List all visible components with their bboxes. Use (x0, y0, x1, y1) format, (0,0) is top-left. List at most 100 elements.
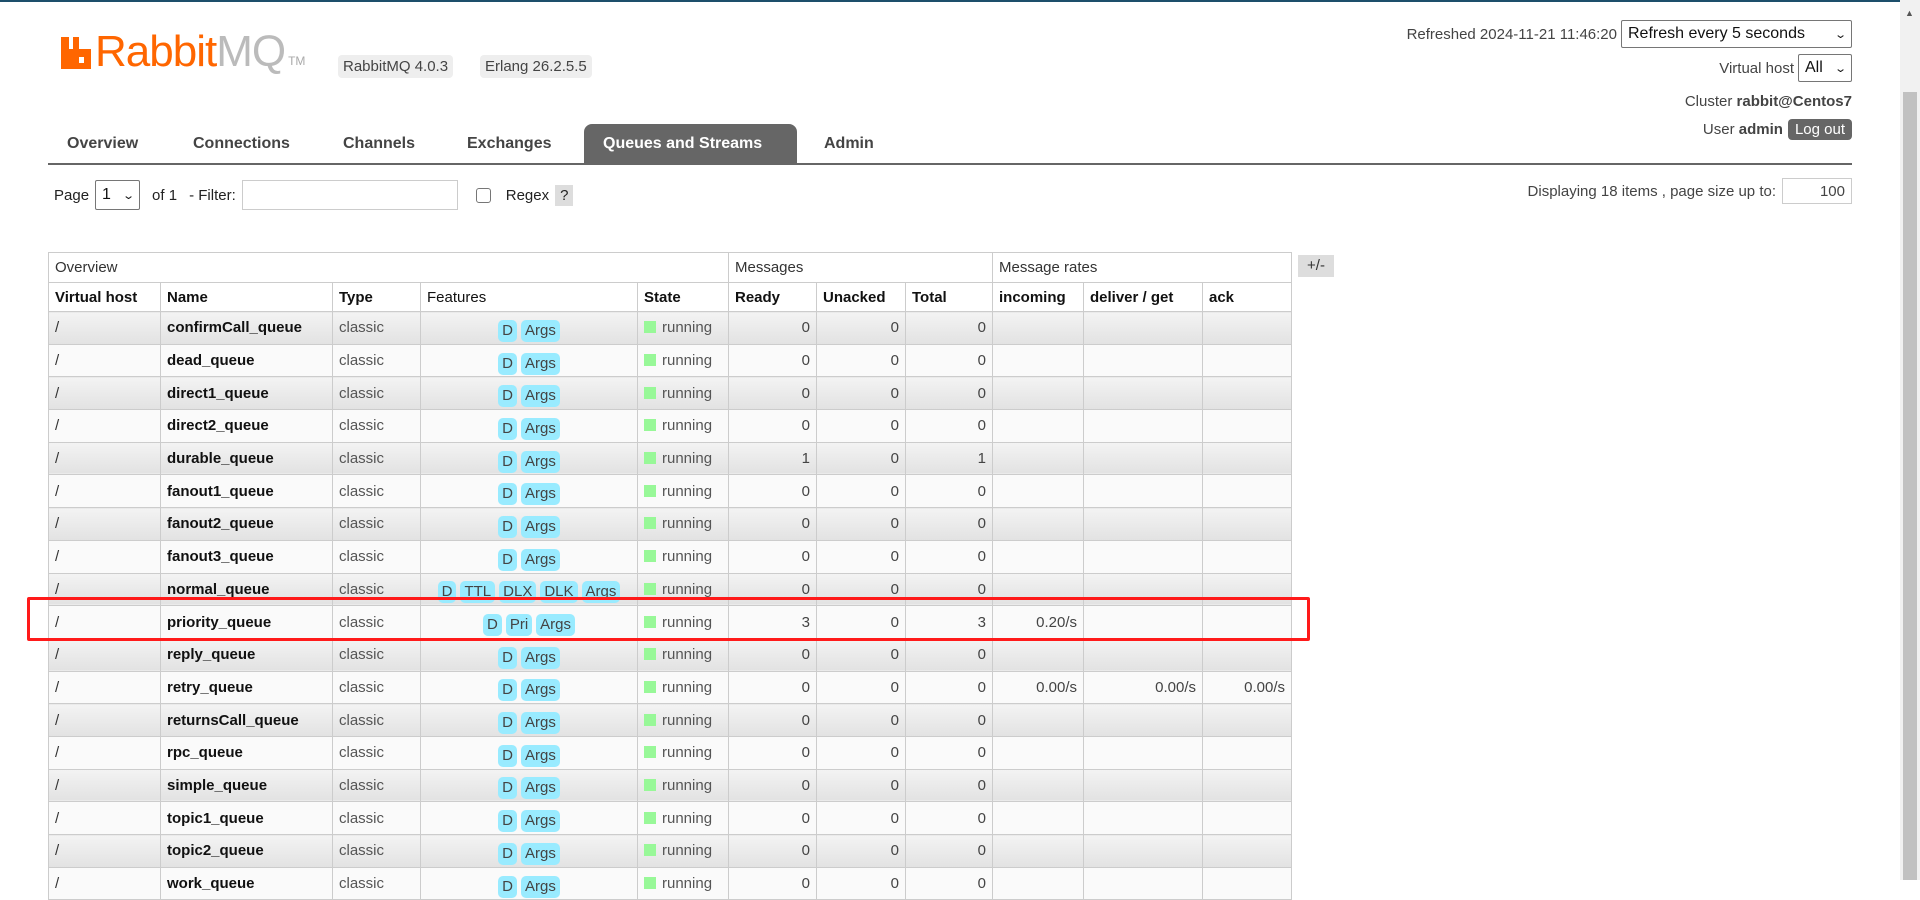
total-cell: 0 (905, 703, 993, 737)
page-select-value: 1 (102, 186, 111, 203)
ready-cell: 0 (728, 834, 817, 868)
queue-name-link[interactable]: topic2_queue (160, 834, 333, 868)
deliver-get-rate-cell (1083, 507, 1203, 541)
state-text: running (662, 482, 713, 500)
queue-name-link[interactable]: returnsCall_queue (160, 703, 333, 737)
vhost-cell: / (48, 409, 161, 443)
feature-badge-d: D (498, 450, 517, 473)
feature-badge-d: D (498, 385, 517, 408)
unacked-cell: 0 (816, 703, 906, 737)
feature-badge-args: Args (521, 319, 560, 342)
column-header-total[interactable]: Total (905, 282, 993, 312)
features-cell: D Args (420, 441, 638, 476)
queue-name-link[interactable]: direct1_queue (160, 376, 333, 411)
state-text: running (662, 875, 713, 893)
column-header-deliver-get[interactable]: deliver / get (1083, 282, 1203, 312)
queue-name-link[interactable]: reply_queue (160, 637, 333, 672)
scroll-up-arrow-icon[interactable]: ▲ (1905, 8, 1914, 18)
unacked-cell: 0 (816, 670, 906, 705)
tab-exchanges[interactable]: Exchanges (448, 124, 570, 163)
incoming-rate-cell (992, 539, 1084, 574)
features-cell: D Args (420, 376, 638, 411)
column-header-type[interactable]: Type (332, 282, 421, 312)
total-cell: 1 (905, 441, 993, 476)
type-cell: classic (332, 474, 421, 509)
tab-connections[interactable]: Connections (174, 124, 309, 163)
feature-badge-d: D (498, 515, 517, 538)
column-header-ready[interactable]: Ready (728, 282, 817, 312)
features-cell: D Args (420, 507, 638, 541)
running-status-icon (644, 844, 656, 857)
queue-name-link[interactable]: simple_queue (160, 768, 333, 803)
vhost-select[interactable]: All ⌄ (1798, 54, 1852, 82)
tab-admin[interactable]: Admin (805, 124, 893, 163)
queue-name-link[interactable]: direct2_queue (160, 409, 333, 443)
column-toggle-button[interactable]: +/- (1298, 255, 1334, 277)
state-cell: running (637, 507, 729, 541)
refresh-select[interactable]: Refresh every 5 seconds ⌄ (1621, 20, 1852, 48)
state-text: running (662, 678, 713, 696)
feature-badge-args: Args (521, 712, 560, 735)
running-status-icon (644, 452, 656, 465)
tab-channels[interactable]: Channels (324, 124, 434, 163)
state-text: running (662, 580, 713, 598)
total-cell: 0 (905, 801, 993, 835)
tab-queues-and-streams[interactable]: Queues and Streams (584, 124, 797, 163)
ack-rate-cell (1202, 376, 1292, 411)
type-cell: classic (332, 670, 421, 705)
ready-cell: 0 (728, 343, 817, 378)
scrollbar-thumb[interactable] (1903, 92, 1917, 880)
unacked-cell: 0 (816, 539, 906, 574)
queue-name-link[interactable]: fanout3_queue (160, 539, 333, 574)
queue-name-link[interactable]: confirmCall_queue (160, 311, 333, 345)
column-header-vhost[interactable]: Virtual host (48, 282, 161, 312)
regex-help-button[interactable]: ? (555, 184, 574, 206)
vhost-cell: / (48, 703, 161, 737)
total-cell: 0 (905, 637, 993, 672)
incoming-rate-cell (992, 703, 1084, 737)
running-status-icon (644, 778, 656, 791)
column-header-features[interactable]: Features (420, 282, 638, 312)
queue-name-link[interactable]: fanout2_queue (160, 507, 333, 541)
group-messages: Messages (728, 252, 993, 283)
queue-name-link[interactable]: retry_queue (160, 670, 333, 705)
incoming-rate-cell (992, 768, 1084, 803)
column-header-ack[interactable]: ack (1202, 282, 1292, 312)
queue-row: / work_queue classic D Args running 0 0 0 (48, 866, 1292, 900)
state-cell: running (637, 409, 729, 443)
running-status-icon (644, 386, 656, 399)
regex-checkbox[interactable] (475, 187, 491, 203)
rabbitmq-logo[interactable]: Rabbit MQ TM (61, 30, 305, 74)
queues-table: Overview Messages Message rates Virtual … (48, 252, 1292, 900)
vertical-scrollbar[interactable]: ▲ (1900, 0, 1920, 880)
queue-name-link[interactable]: work_queue (160, 866, 333, 900)
queue-name-link[interactable]: durable_queue (160, 441, 333, 476)
running-status-icon (644, 517, 656, 530)
ack-rate-cell (1202, 637, 1292, 672)
feature-badge-args: Args (521, 417, 560, 440)
queue-name-link[interactable]: dead_queue (160, 343, 333, 378)
running-status-icon (644, 419, 656, 432)
column-header-name[interactable]: Name (160, 282, 333, 312)
feature-badge-args: Args (521, 777, 560, 800)
features-cell: D Args (420, 474, 638, 509)
state-text: running (662, 352, 713, 370)
queue-name-link[interactable]: rpc_queue (160, 735, 333, 770)
unacked-cell: 0 (816, 311, 906, 345)
column-header-state[interactable]: State (637, 282, 729, 312)
filter-input[interactable] (241, 180, 458, 210)
column-header-unacked[interactable]: Unacked (816, 282, 906, 312)
unacked-cell: 0 (816, 735, 906, 770)
deliver-get-rate-cell (1083, 376, 1203, 411)
ack-rate-cell (1202, 311, 1292, 345)
queue-name-link[interactable]: topic1_queue (160, 801, 333, 835)
page-size-input[interactable]: 100 (1782, 178, 1852, 204)
state-cell: running (637, 539, 729, 574)
queue-row: / direct2_queue classic D Args running 0 0 0 (48, 409, 1292, 443)
ack-rate-cell (1202, 703, 1292, 737)
queue-name-link[interactable]: fanout1_queue (160, 474, 333, 509)
page-select[interactable]: 1 ⌄ (95, 180, 141, 210)
tab-overview[interactable]: Overview (48, 124, 157, 163)
column-header-incoming[interactable]: incoming (992, 282, 1084, 312)
unacked-cell: 0 (816, 441, 906, 476)
